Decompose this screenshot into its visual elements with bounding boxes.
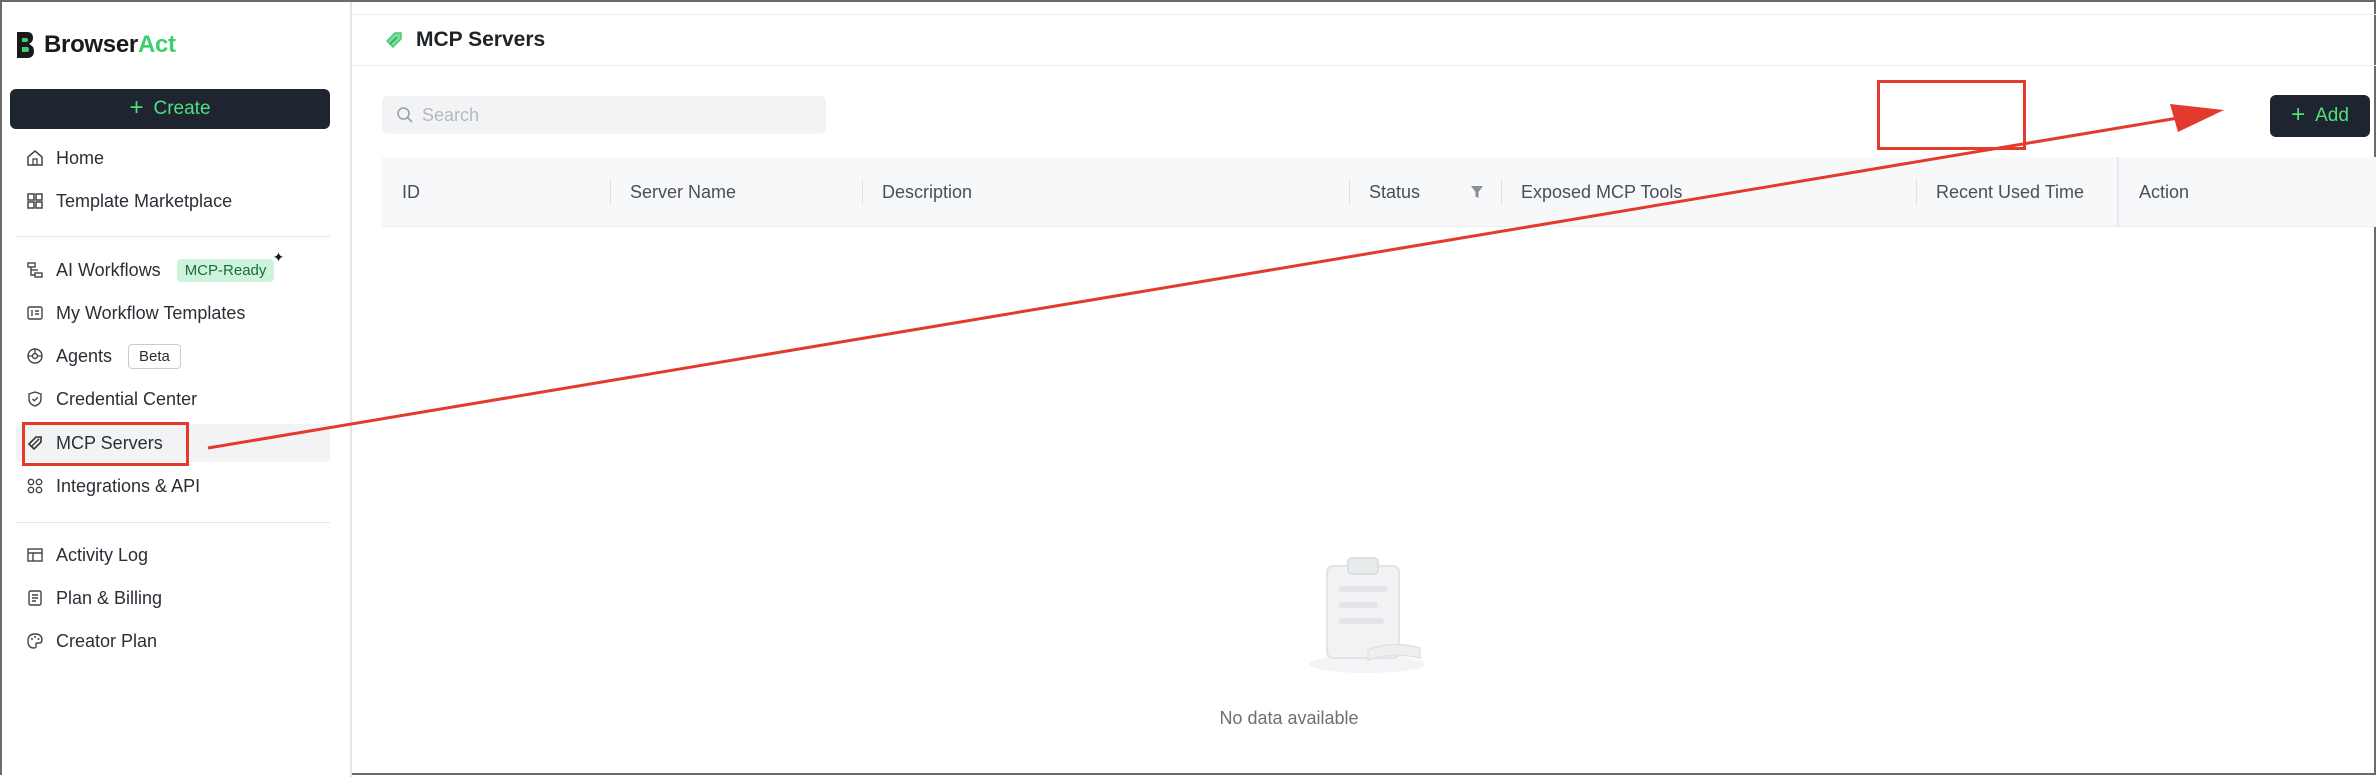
agent-icon <box>27 348 43 364</box>
sidebar-item-plan-billing[interactable]: Plan & Billing <box>16 579 330 617</box>
mcp-icon <box>27 436 42 451</box>
plus-icon: + <box>2291 101 2306 128</box>
brand-name: BrowserAct <box>44 31 176 58</box>
empty-clipboard-icon <box>1309 557 1425 673</box>
sidebar-item-my-workflow-templates[interactable]: My Workflow Templates <box>16 294 330 332</box>
sidebar-item-creator-plan[interactable]: Creator Plan <box>16 622 330 660</box>
column-header-status[interactable]: Status <box>1349 157 1420 227</box>
table-header: ID Server Name Description Status Expose… <box>382 157 2376 227</box>
column-header-action[interactable]: Action <box>2119 157 2189 227</box>
create-button-label: Create <box>153 98 211 119</box>
sidebar-item-label: Credential Center <box>56 388 198 409</box>
sidebar-item-mcp-servers[interactable]: MCP Servers <box>16 424 330 462</box>
app-frame: BrowserAct + Create Home Template Market… <box>0 0 2376 777</box>
column-header-description[interactable]: Description <box>862 157 972 227</box>
add-button[interactable]: + Add <box>2270 95 2370 137</box>
plus-icon: + <box>129 94 144 121</box>
sidebar-item-label: Agents <box>56 345 113 366</box>
sidebar-item-agents[interactable]: Agents Beta <box>16 337 330 375</box>
home-icon <box>27 150 43 166</box>
billing-icon <box>28 590 42 606</box>
browseract-logo-icon <box>17 32 34 58</box>
sidebar-item-label: AI Workflows <box>56 259 161 280</box>
sidebar-item-ai-workflows[interactable]: AI Workflows MCP-Ready ✦ <box>16 249 330 289</box>
sidebar: BrowserAct + Create Home Template Market… <box>2 2 350 775</box>
search-icon <box>397 107 413 123</box>
sidebar-divider <box>16 522 330 523</box>
empty-state-text: No data available <box>1219 708 1359 728</box>
integrations-icon <box>27 478 43 494</box>
sidebar-item-label: Creator Plan <box>56 630 158 651</box>
page-header: MCP Servers <box>352 14 2376 66</box>
sidebar-item-label: My Workflow Templates <box>56 302 246 323</box>
mcp-icon <box>386 32 402 48</box>
sidebar-item-label: Activity Log <box>56 544 149 565</box>
column-header-id[interactable]: ID <box>382 157 420 227</box>
beta-badge: Beta <box>128 343 181 369</box>
mcp-ready-badge: MCP-Ready ✦ <box>176 249 284 282</box>
sparkle-icon: ✦ <box>272 248 285 265</box>
sidebar-item-activity-log[interactable]: Activity Log <box>16 536 330 574</box>
workflow-icon <box>27 262 43 278</box>
create-button[interactable]: + Create <box>10 89 330 129</box>
sidebar-item-template-marketplace[interactable]: Template Marketplace <box>16 182 330 220</box>
column-header-recent-used-time[interactable]: Recent Used Time <box>1916 157 2084 227</box>
sidebar-item-label: Integrations & API <box>56 475 201 496</box>
palette-icon <box>27 633 43 649</box>
empty-state: No data available <box>352 552 2376 752</box>
sidebar-item-label: Plan & Billing <box>56 587 163 608</box>
shield-icon <box>28 391 42 407</box>
template-icon <box>27 306 43 320</box>
sidebar-item-label: Home <box>56 147 105 168</box>
column-header-exposed-mcp-tools[interactable]: Exposed MCP Tools <box>1501 157 1682 227</box>
main-content: MCP Servers + Add ID Server Name Descrip… <box>352 2 2376 775</box>
filter-icon[interactable] <box>1470 184 1484 200</box>
search-input[interactable] <box>422 104 802 126</box>
column-header-server-name[interactable]: Server Name <box>610 157 736 227</box>
add-button-label: Add <box>2315 105 2349 126</box>
search-box[interactable] <box>382 96 826 134</box>
brand-logo[interactable]: BrowserAct <box>14 28 176 62</box>
sidebar-item-home[interactable]: Home <box>16 139 330 177</box>
activity-log-icon <box>27 548 43 562</box>
sidebar-item-integrations-api[interactable]: Integrations & API <box>16 467 330 505</box>
marketplace-icon <box>27 193 43 209</box>
sidebar-item-credential-center[interactable]: Credential Center <box>16 380 330 418</box>
page-title: MCP Servers <box>416 28 546 51</box>
sidebar-item-label: Template Marketplace <box>56 190 233 211</box>
sidebar-item-label: MCP Servers <box>56 432 163 453</box>
sidebar-divider <box>16 236 330 237</box>
